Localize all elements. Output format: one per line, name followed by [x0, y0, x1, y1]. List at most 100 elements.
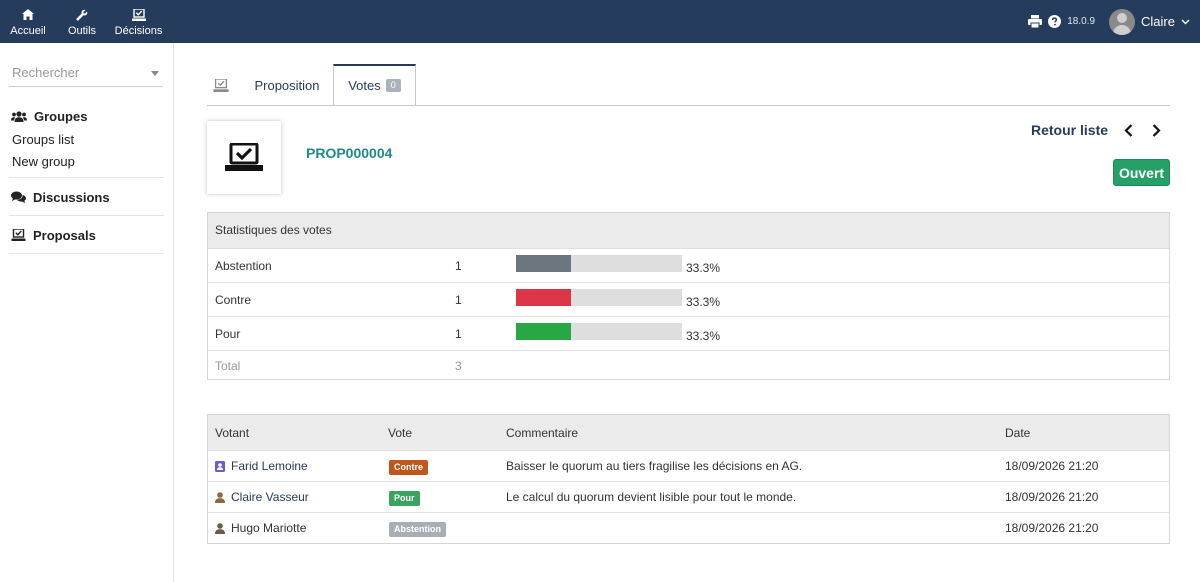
column-header[interactable]: Votant: [215, 426, 249, 440]
votes-count-badge: 0: [385, 79, 401, 92]
user-icon: [215, 491, 231, 503]
menu-proposals-title[interactable]: Proposals: [9, 226, 164, 244]
avatar: [1109, 8, 1136, 35]
stat-percent: 33.3%: [686, 261, 721, 275]
voter-link[interactable]: Claire Vasseur: [231, 490, 309, 504]
version-label: 18.0.9: [1067, 16, 1096, 27]
comment-text: Baisser le quorum au tiers fragilise les…: [506, 459, 803, 473]
voter-cell: Claire Vasseur: [215, 490, 309, 504]
user-menu[interactable]: Claire: [1109, 8, 1190, 35]
stat-percent: 33.3%: [686, 329, 721, 343]
stat-row: Contre 1 33.3%: [208, 283, 1169, 317]
column-header[interactable]: Vote: [388, 426, 412, 440]
help-icon[interactable]: [1048, 15, 1062, 28]
top-right-tools: 18.0.9 Claire: [1028, 0, 1200, 43]
total-count: 3: [455, 359, 462, 373]
previous-arrow-icon[interactable]: [1121, 122, 1135, 138]
menu-discussions-title[interactable]: Discussions: [9, 188, 164, 206]
voter-cell: Hugo Mariotte: [215, 521, 306, 535]
stat-count: 1: [455, 327, 462, 341]
sidebar: Rechercher Groupes Groups list New group…: [0, 43, 174, 582]
vote-badge: Contre: [389, 460, 428, 475]
menu-proposals: Proposals: [9, 226, 164, 244]
menu-groups: Groupes Groups list New group: [9, 107, 164, 173]
progress-fill: [516, 289, 572, 306]
votes-table-header: Votant Vote Commentaire Date: [208, 415, 1169, 451]
voter-name: Hugo Mariotte: [231, 521, 307, 535]
stat-count: 1: [455, 259, 462, 273]
menu-link-groups-list[interactable]: Groups list: [9, 129, 164, 151]
next-arrow-icon[interactable]: [1149, 122, 1163, 138]
total-label: Total: [215, 359, 241, 373]
nav-decisions-label: Décisions: [114, 24, 163, 37]
divider: [9, 177, 164, 178]
ballot-icon: [213, 78, 229, 92]
comments-icon: [9, 191, 31, 203]
ballot-icon: [9, 229, 31, 241]
stats-title: Statistiques des votes: [208, 213, 1169, 249]
progress-fill: [516, 323, 572, 340]
progress-bar: [516, 289, 682, 306]
menu-discussions-label: Discussions: [33, 189, 110, 205]
table-row: Hugo Mariotte Abstention 18/09/2026 21:2…: [208, 513, 1169, 544]
record-reference[interactable]: PROP000004: [306, 145, 392, 161]
nav-accueil[interactable]: Accueil: [10, 0, 46, 43]
top-bar: Accueil Outils Décisions 18.0.9 Claire: [0, 0, 1200, 43]
progress-fill: [516, 255, 572, 272]
menu-groups-label: Groupes: [34, 108, 88, 124]
vote-statistics-table: Statistiques des votes Abstention 1 33.3…: [207, 212, 1170, 380]
menu-link-new-group[interactable]: New group: [9, 151, 164, 173]
tabs-underline: [207, 105, 1170, 106]
vote-date: 18/09/2026 21:20: [1005, 459, 1099, 473]
column-header[interactable]: Commentaire: [506, 426, 578, 440]
vote-date: 18/09/2026 21:20: [1005, 490, 1099, 504]
stat-row: Abstention 1 33.3%: [208, 249, 1169, 283]
user-icon: [215, 522, 231, 534]
stat-percent: 33.3%: [686, 295, 721, 309]
back-to-list-link[interactable]: Retour liste: [1031, 122, 1108, 138]
divider: [9, 253, 164, 254]
voter-cell: Farid Lemoine: [215, 459, 308, 473]
tab-proposition[interactable]: Proposition: [247, 64, 327, 106]
stat-total-row: Total 3: [208, 351, 1169, 381]
chevron-down-icon: [1181, 19, 1190, 25]
tab-votes-label: Votes: [348, 78, 381, 93]
divider: [9, 215, 164, 216]
voter-link[interactable]: Farid Lemoine: [231, 459, 308, 473]
wrench-icon: [76, 7, 88, 23]
menu-discussions: Discussions: [9, 188, 164, 206]
stat-label: Pour: [215, 327, 241, 341]
user-name: Claire: [1141, 14, 1175, 29]
ballot-icon: [131, 7, 146, 23]
menu-groups-title[interactable]: Groupes: [9, 107, 164, 125]
chevron-down-icon: [151, 71, 159, 76]
stat-count: 1: [455, 293, 462, 307]
comment-text: Le calcul du quorum devient lisible pour…: [506, 490, 797, 504]
column-header[interactable]: Date: [1005, 426, 1030, 440]
nav-decisions[interactable]: Décisions: [114, 0, 163, 43]
menu-proposals-label: Proposals: [33, 227, 96, 243]
table-row: Claire Vasseur Pour Le calcul du quorum …: [208, 482, 1169, 513]
tab-icon[interactable]: [207, 64, 235, 106]
print-icon[interactable]: [1028, 15, 1043, 28]
nav-outils-label: Outils: [67, 24, 97, 37]
tab-votes[interactable]: Votes 0: [333, 64, 416, 106]
progress-bar: [516, 323, 682, 340]
table-row: Farid Lemoine Contre Baisser le quorum a…: [208, 451, 1169, 482]
stat-label: Contre: [215, 293, 252, 307]
votes-table: Votant Vote Commentaire Date Farid Lemoi…: [207, 414, 1170, 544]
nav-accueil-label: Accueil: [10, 24, 46, 37]
tab-proposition-label: Proposition: [254, 77, 320, 93]
search-input[interactable]: Rechercher: [9, 59, 163, 87]
record-thumbnail: [207, 121, 281, 194]
search-placeholder: Rechercher: [12, 65, 80, 80]
nav-outils[interactable]: Outils: [67, 0, 97, 43]
home-icon: [22, 7, 34, 23]
progress-bar: [516, 255, 682, 272]
vote-badge: Abstention: [389, 522, 446, 537]
contact-card-icon: [215, 460, 231, 472]
vote-badge: Pour: [389, 491, 420, 506]
status-button[interactable]: Ouvert: [1113, 159, 1170, 186]
ballot-icon: [224, 142, 264, 173]
stat-label: Abstention: [215, 259, 272, 273]
